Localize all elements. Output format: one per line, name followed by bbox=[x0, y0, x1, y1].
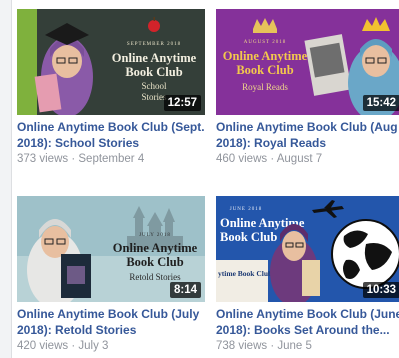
meta-separator: · bbox=[68, 340, 79, 352]
video-duration: 10:33 bbox=[362, 282, 399, 298]
video-meta: 420 views · July 3 bbox=[17, 339, 205, 354]
crown-icon bbox=[253, 18, 277, 33]
view-count: 460 views bbox=[216, 153, 268, 165]
meta-separator: · bbox=[267, 153, 277, 165]
video-title-link[interactable]: Online Anytime Book Club (June 2018): Bo… bbox=[216, 306, 399, 338]
thumbnail-subtitle: Retold Stories bbox=[129, 272, 181, 282]
thumbnail-book-label: ytime Book Club bbox=[218, 269, 272, 278]
thumbnail-month: SEPTEMBER 2018 bbox=[127, 42, 181, 47]
video-duration: 12:57 bbox=[163, 95, 201, 111]
meta-separator: · bbox=[68, 153, 79, 165]
video-card-september[interactable]: SEPTEMBER 2018 Online Anytime Book Club … bbox=[17, 9, 205, 167]
upload-date: September 4 bbox=[78, 153, 145, 165]
video-title-link[interactable]: Online Anytime Book Club (Aug 2018): Roy… bbox=[216, 119, 399, 151]
thumbnail-month: JULY 2018 bbox=[139, 233, 171, 238]
video-meta: 373 views · September 4 bbox=[17, 152, 205, 167]
video-meta: 738 views · June 5 bbox=[216, 339, 399, 354]
thumbnail-title-line1: Online Anytime bbox=[113, 241, 198, 255]
thumbnail-month: JUNE 2018 bbox=[230, 207, 262, 212]
video-thumbnail[interactable]: SEPTEMBER 2018 Online Anytime Book Club … bbox=[17, 9, 205, 115]
video-thumbnail[interactable]: JUNE 2018 Online Anytime Book Club ytime… bbox=[216, 196, 399, 302]
video-thumbnail[interactable]: AUGUST 2018 Online Anytime Book Club Roy… bbox=[216, 9, 399, 115]
apple-icon bbox=[148, 20, 160, 32]
thumbnail-month: AUGUST 2018 bbox=[244, 40, 286, 45]
video-title-link[interactable]: Online Anytime Book Club (July 2018): Re… bbox=[17, 306, 205, 338]
meta-separator: · bbox=[267, 340, 278, 352]
video-duration: 15:42 bbox=[362, 95, 399, 111]
globe-icon bbox=[331, 219, 399, 289]
upload-date: August 7 bbox=[276, 153, 323, 165]
upload-date: July 3 bbox=[78, 340, 109, 352]
thumbnail-title-line2: Book Club bbox=[236, 63, 293, 77]
thumbnail-subtitle: Royal Reads bbox=[242, 82, 288, 92]
video-card-august[interactable]: AUGUST 2018 Online Anytime Book Club Roy… bbox=[216, 9, 399, 167]
video-meta: 460 views · August 7 bbox=[216, 152, 399, 167]
upload-date: June 5 bbox=[277, 340, 312, 352]
thumbnail-title-line2: Book Club bbox=[126, 255, 183, 269]
thumbnail-title-line2: Book Club bbox=[125, 65, 182, 79]
left-panel-edge bbox=[0, 0, 12, 358]
thumbnail-title-line1: Online Anytime bbox=[223, 49, 308, 63]
video-card-july[interactable]: JULY 2018 Online Anytime Book Club Retol… bbox=[17, 196, 205, 354]
video-duration: 8:14 bbox=[169, 282, 201, 298]
video-thumbnail[interactable]: JULY 2018 Online Anytime Book Club Retol… bbox=[17, 196, 205, 302]
view-count: 420 views bbox=[17, 340, 69, 352]
video-title-link[interactable]: Online Anytime Book Club (Sept. 2018): S… bbox=[17, 119, 205, 151]
view-count: 738 views bbox=[216, 340, 268, 352]
video-card-june[interactable]: JUNE 2018 Online Anytime Book Club ytime… bbox=[216, 196, 399, 354]
thumbnail-title-line1: Online Anytime bbox=[112, 51, 197, 65]
thumbnail-subtitle: School bbox=[141, 81, 167, 91]
view-count: 373 views bbox=[17, 153, 69, 165]
thumbnail-title-line2: Book Club bbox=[220, 230, 277, 244]
